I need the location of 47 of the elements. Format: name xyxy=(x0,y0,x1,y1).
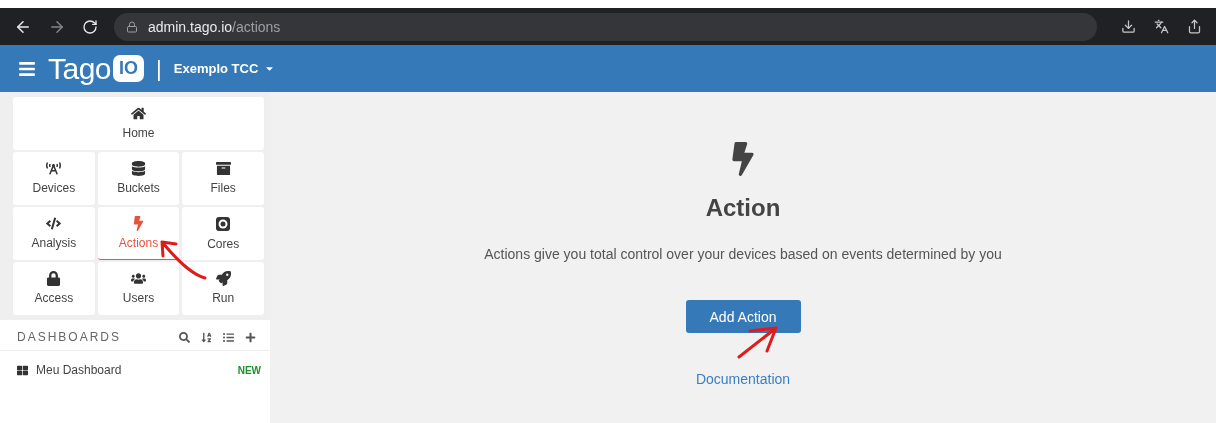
bolt-icon xyxy=(131,216,146,231)
section-title: DASHBOARDS xyxy=(17,330,123,344)
nav-tile[interactable]: Users xyxy=(97,262,180,315)
nav-tile[interactable]: Actions xyxy=(97,207,180,260)
home-icon xyxy=(131,106,146,121)
bucket-icon xyxy=(131,161,146,176)
nav-tile[interactable]: Cores xyxy=(182,207,264,260)
users-icon xyxy=(131,271,146,286)
nav-tile[interactable]: Home xyxy=(13,97,264,150)
lock-icon xyxy=(126,20,138,33)
translate-icon[interactable] xyxy=(1154,19,1169,34)
nav-tile[interactable]: Run xyxy=(182,262,264,315)
share-icon[interactable] xyxy=(1187,19,1202,34)
documentation-link[interactable]: Documentation xyxy=(695,371,791,387)
nav-tile[interactable]: Devices xyxy=(13,152,95,205)
logo-badge: IO xyxy=(113,55,145,82)
download-icon[interactable] xyxy=(1121,19,1136,34)
cabinet-icon xyxy=(215,161,231,176)
new-label: NEW xyxy=(237,364,261,376)
annotation-arrow-drawing xyxy=(158,238,208,282)
dashboard-link[interactable]: Meu Dashboard xyxy=(36,363,230,377)
sort-icon[interactable] xyxy=(201,331,212,343)
dashboard-icon xyxy=(17,364,28,376)
add-icon[interactable] xyxy=(245,331,256,343)
lock-icon xyxy=(46,271,62,286)
url-path: /actions xyxy=(232,18,281,35)
search-icon[interactable] xyxy=(179,331,190,343)
header-separator: | xyxy=(156,55,162,82)
nav-tile[interactable]: Files xyxy=(182,152,264,205)
logo-text: Tago xyxy=(48,51,112,86)
antenna-icon xyxy=(46,161,62,176)
nav-tile[interactable]: Buckets xyxy=(97,152,180,205)
menu-icon[interactable] xyxy=(18,59,36,78)
annotation-arrow-drawing xyxy=(736,324,780,360)
code-icon xyxy=(46,216,62,231)
nav-tile[interactable]: Analysis xyxy=(13,207,95,260)
nav-tile[interactable]: Access xyxy=(13,262,95,315)
url-host: admin.tago.io xyxy=(148,18,233,35)
page-title: Action xyxy=(705,194,781,222)
list-icon[interactable] xyxy=(223,331,234,343)
rocket-icon xyxy=(215,271,231,286)
chip-icon xyxy=(215,215,232,232)
address-bar[interactable]: admin.tago.io/actions xyxy=(114,12,1097,41)
add-action-button[interactable]: Add Action xyxy=(685,300,801,333)
account-dropdown[interactable]: Exemplo TCC xyxy=(173,61,276,76)
page-description: Actions give you total control over your devices based on events determined by you xyxy=(484,246,1002,262)
reload-icon[interactable] xyxy=(82,18,98,35)
